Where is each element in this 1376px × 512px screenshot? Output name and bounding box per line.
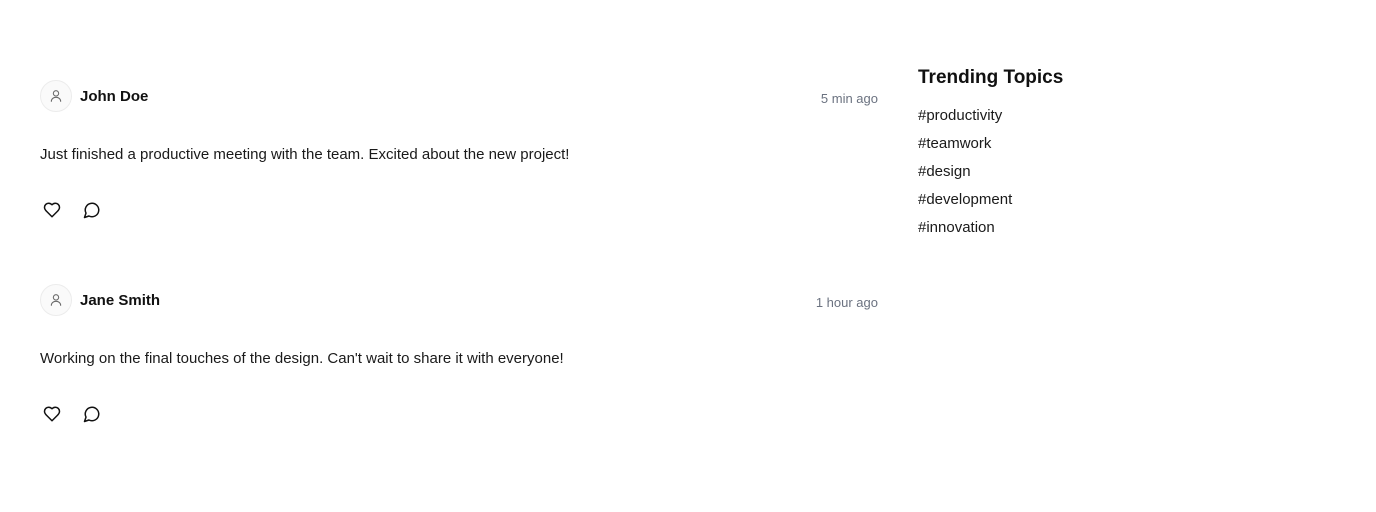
trending-title: Trending Topics: [918, 67, 1064, 88]
heart-icon: [43, 406, 61, 422]
trending-topic[interactable]: #innovation: [918, 218, 1336, 246]
trending-topic[interactable]: #design: [918, 162, 1336, 190]
avatar[interactable]: [40, 80, 72, 112]
post-feed: John Doe 5 min ago Just finished a produ…: [40, 80, 878, 488]
post-author[interactable]: John Doe: [80, 88, 148, 105]
post-header: John Doe 5 min ago: [40, 80, 878, 112]
like-button[interactable]: [40, 198, 64, 222]
like-button[interactable]: [40, 402, 64, 426]
page: John Doe 5 min ago Just finished a produ…: [0, 0, 1376, 512]
comment-button[interactable]: [80, 402, 104, 426]
post-author[interactable]: Jane Smith: [80, 292, 160, 309]
trending-topic[interactable]: #teamwork: [918, 134, 1336, 162]
post-actions: [40, 198, 878, 222]
trending-topic[interactable]: #productivity: [918, 106, 1336, 134]
comment-icon: [83, 406, 100, 423]
comment-icon: [83, 202, 100, 219]
post-timestamp: 1 hour ago: [815, 295, 878, 310]
comment-button[interactable]: [80, 198, 104, 222]
post-timestamp: 5 min ago: [820, 91, 878, 106]
post-actions: [40, 402, 878, 426]
post-content: Just finished a productive meeting with …: [40, 146, 570, 163]
user-icon: [50, 90, 62, 102]
post-card: John Doe 5 min ago Just finished a produ…: [40, 80, 878, 284]
user-icon: [50, 294, 62, 306]
trending-topic-list: #productivity #teamwork #design #develop…: [918, 106, 1336, 246]
heart-icon: [43, 202, 61, 218]
avatar[interactable]: [40, 284, 72, 316]
post-header: Jane Smith 1 hour ago: [40, 284, 878, 316]
trending-topic[interactable]: #development: [918, 190, 1336, 218]
trending-sidebar: Trending Topics #productivity #teamwork …: [918, 66, 1336, 246]
post-card: Jane Smith 1 hour ago Working on the fin…: [40, 284, 878, 488]
post-content: Working on the final touches of the desi…: [40, 350, 564, 367]
